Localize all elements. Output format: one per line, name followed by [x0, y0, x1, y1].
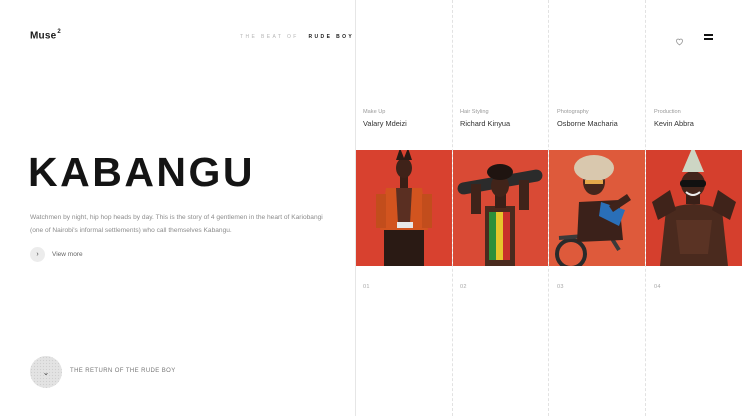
chevron-down-icon: ⌄: [42, 367, 50, 377]
hero-description: Watchmen by night, hip hop heads by day.…: [30, 214, 323, 234]
view-more-label: View more: [52, 251, 83, 258]
heart-icon[interactable]: [675, 33, 684, 46]
breadcrumb-current[interactable]: RUDE BOY: [309, 34, 355, 40]
column-number: 03: [557, 284, 564, 290]
page-title: KABANGU: [28, 149, 256, 195]
credit-makeup: Make Up Valary Mdeizi: [363, 109, 407, 128]
credit-name: Kevin Abbra: [654, 119, 694, 128]
credit-photography: Photography Osborne Macharia: [557, 109, 618, 128]
portrait-photo-3[interactable]: [549, 150, 645, 266]
brand-superscript: 2: [57, 29, 61, 35]
scroll-down-button[interactable]: ⌄: [30, 356, 62, 388]
hamburger-menu-icon[interactable]: [704, 34, 713, 40]
credit-name: Osborne Macharia: [557, 119, 618, 128]
credit-hair-styling: Hair Styling Richard Kinyua: [460, 109, 510, 128]
top-breadcrumb: THE BEAT OF RUDE BOY: [240, 34, 354, 40]
credit-role: Production: [654, 109, 681, 115]
scroll-label: THE RETURN OF THE RUDE BOY: [70, 368, 176, 374]
column-number: 01: [363, 284, 370, 290]
credit-role: Make Up: [363, 109, 386, 115]
brand-name: Muse: [30, 30, 57, 42]
credit-production: Production Kevin Abbra: [654, 109, 694, 128]
column-number: 02: [460, 284, 467, 290]
view-more-button[interactable]: › View more: [30, 247, 83, 262]
portrait-photo-1[interactable]: [356, 150, 452, 266]
portrait-photo-2[interactable]: [453, 150, 548, 266]
credit-name: Valary Mdeizi: [363, 119, 407, 128]
credit-name: Richard Kinyua: [460, 119, 511, 128]
credit-role: Photography: [557, 109, 589, 115]
chevron-right-icon: ›: [30, 247, 45, 262]
breadcrumb-prefix: THE BEAT OF: [240, 34, 299, 40]
portrait-photo-4[interactable]: [646, 150, 742, 266]
credit-role: Hair Styling: [460, 109, 489, 115]
brand-logo[interactable]: Muse2: [30, 29, 61, 42]
column-number: 04: [654, 284, 661, 290]
